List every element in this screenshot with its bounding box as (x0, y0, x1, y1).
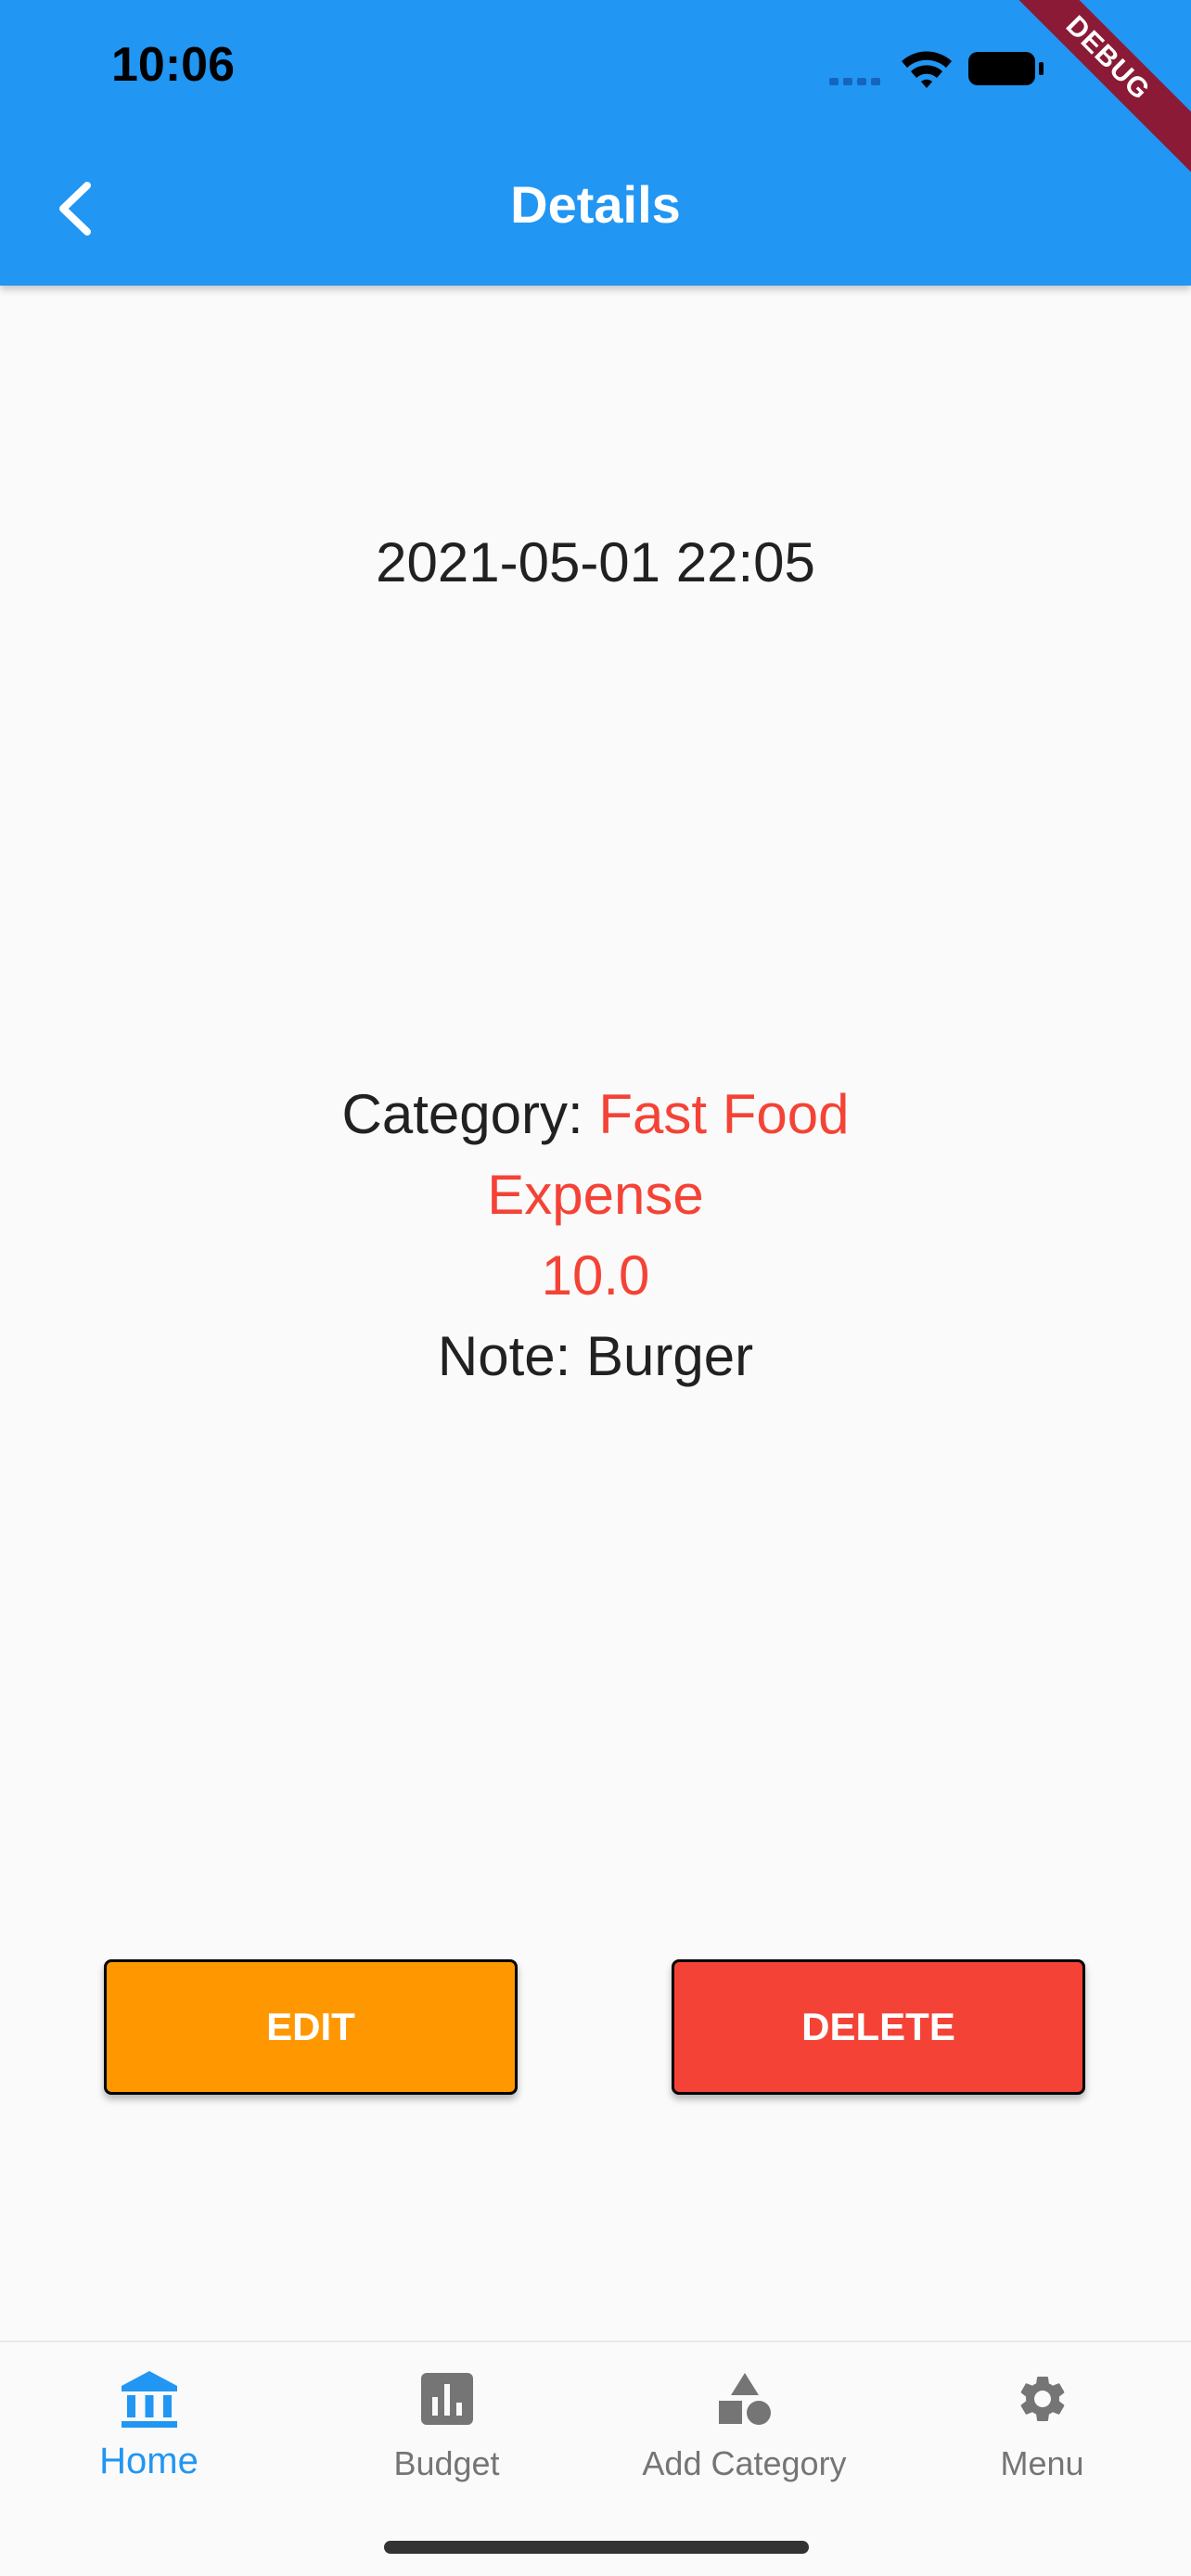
category-value: Fast Food (598, 1083, 850, 1145)
transaction-type: Expense (487, 1164, 704, 1226)
home-indicator (384, 2541, 809, 2554)
nav-label-add-category: Add Category (642, 2444, 847, 2482)
bank-icon (121, 2371, 177, 2428)
nav-label-budget: Budget (393, 2444, 500, 2482)
nav-item-add-category[interactable]: Add Category (596, 2366, 893, 2483)
nav-item-budget[interactable]: Budget (298, 2366, 596, 2483)
transaction-amount: 10.0 (541, 1244, 650, 1307)
app-bar: 10:06 Details DEBUG (0, 0, 1191, 286)
status-time: 10:06 (111, 38, 235, 92)
nav-label-home: Home (99, 2441, 198, 2481)
cellular-signal-icon (829, 78, 880, 85)
transaction-details: Category: Fast Food Expense 10.0 Note: B… (0, 1074, 1191, 1396)
note-label: Note: (437, 1325, 586, 1387)
category-row: Category: Fast Food (0, 1074, 1191, 1154)
nav-item-home[interactable]: Home (0, 2366, 298, 2482)
bar-chart-icon (420, 2373, 473, 2425)
shapes-icon (718, 2373, 771, 2425)
note-value: Burger (585, 1325, 754, 1387)
wifi-icon (902, 51, 952, 88)
battery-icon (968, 52, 1044, 85)
nav-label-menu: Menu (1000, 2444, 1084, 2482)
nav-item-menu[interactable]: Menu (893, 2366, 1191, 2483)
edit-button[interactable]: EDIT (104, 1959, 518, 2095)
gear-icon (1020, 2377, 1064, 2421)
transaction-datetime: 2021-05-01 22:05 (376, 531, 815, 593)
note-row: Note: Burger (0, 1316, 1191, 1396)
delete-button[interactable]: DELETE (672, 1959, 1085, 2095)
page-title: Details (510, 175, 681, 234)
status-icons (829, 51, 1044, 88)
category-label: Category: (341, 1083, 599, 1145)
